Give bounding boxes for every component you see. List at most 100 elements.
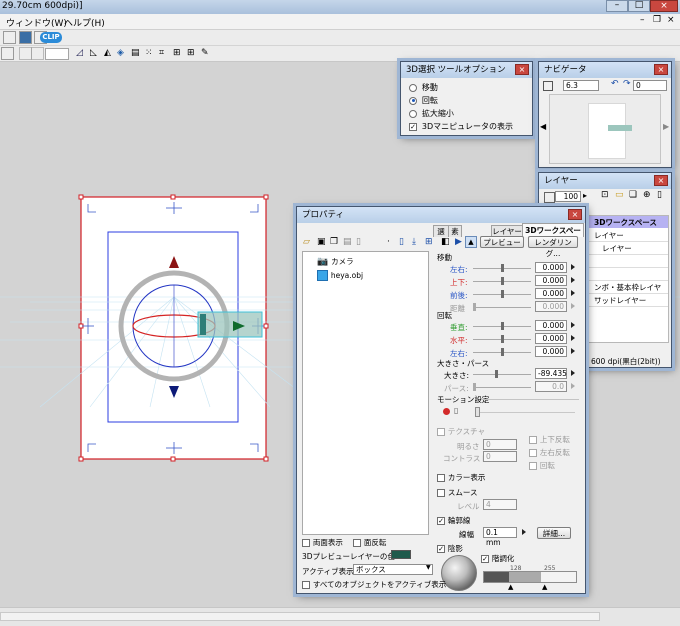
- rot-lr-field[interactable]: 0.000: [535, 346, 567, 357]
- dots-icon[interactable]: ⁙: [145, 47, 158, 60]
- grid-view-icon[interactable]: [1, 47, 14, 60]
- import-icon[interactable]: ⤓: [412, 237, 416, 247]
- horizontal-scrollbar[interactable]: [0, 612, 600, 621]
- outline-checkbox[interactable]: ✓: [437, 516, 445, 525]
- toolbar-icon-e[interactable]: [31, 47, 44, 60]
- option-scale-radio[interactable]: [409, 109, 417, 118]
- dot-icon[interactable]: ·: [387, 237, 390, 247]
- all-active-row[interactable]: すべてのオブジェクトをアクティブ表示: [302, 579, 446, 590]
- tab-3d-workspace[interactable]: 3Dワークスペース: [522, 223, 584, 248]
- tab-material[interactable]: 素: [448, 225, 462, 237]
- navigator-right-icon[interactable]: ▶: [663, 122, 669, 131]
- layer-copy-icon[interactable]: ❏: [629, 190, 637, 200]
- navigator-rotate-left-icon[interactable]: ↶: [611, 79, 619, 89]
- rot-h-field[interactable]: 0.000: [535, 333, 567, 344]
- move-fb-field[interactable]: 0.000: [535, 288, 567, 299]
- rot-v-field[interactable]: 0.000: [535, 320, 567, 331]
- double-sided-row[interactable]: 両面表示: [302, 537, 343, 548]
- line-width-field[interactable]: 0.1 mm: [483, 527, 517, 547]
- motion-track[interactable]: [475, 412, 575, 413]
- size-track[interactable]: [473, 374, 531, 375]
- window-maximize-button[interactable]: □: [628, 0, 650, 12]
- move-ud-arrow-icon[interactable]: [571, 277, 575, 283]
- window-close-button[interactable]: ×: [650, 0, 678, 12]
- layer-trash-icon[interactable]: ▯: [657, 190, 662, 200]
- option-move[interactable]: 移動: [409, 82, 438, 93]
- toolbar-icon-a[interactable]: [3, 31, 16, 44]
- layer-opacity-arrow-icon[interactable]: ▸: [583, 191, 587, 200]
- option-scale[interactable]: 拡大縮小: [409, 108, 454, 119]
- tree-item-camera[interactable]: 📷 カメラ: [317, 256, 354, 267]
- color-display-checkbox[interactable]: [437, 473, 445, 482]
- motion-thumb[interactable]: [475, 407, 480, 417]
- option-rotate[interactable]: 回転: [409, 95, 438, 106]
- rotate-tex-checkbox[interactable]: [529, 461, 537, 470]
- rotate-tex-row[interactable]: 回転: [529, 460, 555, 471]
- ruler-icon[interactable]: ◿: [76, 47, 89, 60]
- flip-v-row[interactable]: 上下反転: [529, 434, 570, 445]
- clip-badge[interactable]: CLIP: [40, 32, 62, 43]
- move-fb-arrow-icon[interactable]: [571, 290, 575, 296]
- grid-a-icon[interactable]: ⌗: [159, 47, 172, 60]
- posterize-row[interactable]: ✓ 階調化: [481, 553, 514, 564]
- layer-folder-icon[interactable]: ▭: [615, 190, 624, 200]
- shadow-checkbox[interactable]: ✓: [437, 544, 445, 553]
- outline-row[interactable]: ✓ 輪郭線: [437, 515, 470, 526]
- menu-window[interactable]: ウィンドウ(W): [6, 16, 67, 29]
- texture-checkbox-row[interactable]: テクスチャ: [437, 426, 485, 437]
- navigator-close-button[interactable]: ×: [654, 64, 668, 75]
- navigator-zoom-field[interactable]: 6.3: [563, 80, 599, 91]
- option-move-radio[interactable]: [409, 83, 417, 92]
- rot-lr-thumb[interactable]: [501, 348, 504, 356]
- active-display-select[interactable]: ボックス: [353, 564, 433, 575]
- layer-blend-icon[interactable]: [544, 192, 555, 203]
- tool-options-close-button[interactable]: ×: [515, 64, 529, 75]
- color-display-row[interactable]: カラー表示: [437, 472, 485, 483]
- rot-v-arrow-icon[interactable]: [571, 322, 575, 328]
- texture-checkbox[interactable]: [437, 427, 445, 436]
- move-lr-field[interactable]: 0.000: [535, 262, 567, 273]
- paste-icon[interactable]: ▤: [343, 237, 352, 247]
- doc-icon[interactable]: ▯: [399, 237, 404, 247]
- duplicate-icon[interactable]: ❐: [330, 237, 338, 247]
- open-icon[interactable]: ▱: [303, 237, 310, 247]
- grid-b-icon[interactable]: ⊞: [173, 47, 186, 60]
- invert-face-checkbox[interactable]: [353, 538, 361, 547]
- option-manipulator[interactable]: ✓ 3Dマニピュレータの表示: [409, 121, 513, 132]
- rot-h-thumb[interactable]: [501, 335, 504, 343]
- flip-h-row[interactable]: 左右反転: [529, 447, 570, 458]
- navigator-view-box[interactable]: [608, 125, 632, 131]
- stripes-icon[interactable]: ▤: [131, 47, 144, 60]
- perspective-icon[interactable]: ◭: [104, 47, 117, 60]
- navigator-rotation-field[interactable]: 0: [633, 80, 667, 91]
- line-width-arrow-icon[interactable]: [522, 529, 526, 535]
- double-sided-checkbox[interactable]: [302, 538, 310, 547]
- render-button[interactable]: レンダリング...: [528, 236, 578, 258]
- rot-h-arrow-icon[interactable]: [571, 335, 575, 341]
- posterize-checkbox[interactable]: ✓: [481, 554, 489, 563]
- ramp-handle-1[interactable]: ▲: [508, 583, 513, 591]
- doc-restore-button[interactable]: ❐: [653, 15, 661, 25]
- layer-close-button[interactable]: ×: [654, 175, 668, 186]
- move-lr-arrow-icon[interactable]: [571, 264, 575, 270]
- size-field[interactable]: -89.435: [535, 368, 567, 379]
- save-icon[interactable]: ▣: [317, 237, 326, 247]
- shadow-row[interactable]: ✓ 陰影: [437, 543, 463, 554]
- manipulator-checkbox[interactable]: ✓: [409, 122, 417, 131]
- flip-v-checkbox[interactable]: [529, 435, 537, 444]
- move-lr-thumb[interactable]: [501, 264, 504, 272]
- layer-new-icon[interactable]: ⊡: [601, 190, 609, 200]
- navigator-zoom-icon[interactable]: [543, 81, 553, 91]
- preview-color-swatch[interactable]: [391, 550, 411, 559]
- move-ud-thumb[interactable]: [501, 277, 504, 285]
- navigator-preview[interactable]: [549, 94, 661, 164]
- doc-close-button[interactable]: ×: [667, 15, 675, 25]
- flip-h-checkbox[interactable]: [529, 448, 537, 457]
- menu-help[interactable]: ヘルプ(H): [64, 16, 105, 29]
- size-thumb[interactable]: [495, 370, 498, 378]
- record-icon[interactable]: [443, 408, 450, 415]
- properties-close-button[interactable]: ×: [568, 209, 582, 220]
- smooth-checkbox[interactable]: [437, 488, 445, 497]
- window-minimize-button[interactable]: –: [606, 0, 628, 12]
- layer-opacity-field[interactable]: 100 %: [555, 191, 581, 211]
